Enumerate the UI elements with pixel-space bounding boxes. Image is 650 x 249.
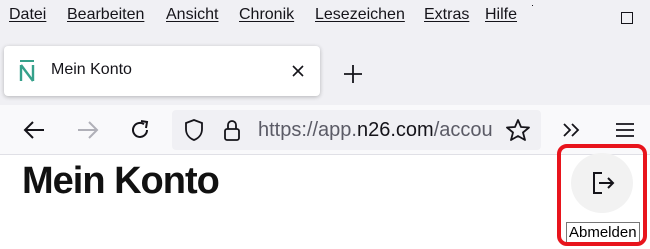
new-tab-icon[interactable] [339,60,367,88]
close-icon[interactable] [288,61,308,81]
page-content: Mein Konto [0,156,650,249]
forward-icon[interactable] [76,119,100,141]
url-prefix: https://app. [258,119,357,141]
logout-button[interactable] [571,153,633,213]
url-bar[interactable]: https://app.n26.com/accou [172,110,541,150]
menu-chronik[interactable]: Chronik [239,6,294,24]
menu-bar: Datei Bearbeiten Ansicht Chronik Lesezei… [0,0,650,34]
logout-tooltip: Abmelden [566,222,640,244]
maximize-button[interactable] [621,12,633,24]
url-text[interactable]: https://app.n26.com/accou [258,119,493,142]
menu-bearbeiten[interactable]: Bearbeiten [67,6,144,24]
reload-icon[interactable] [128,118,152,142]
logout-icon [593,172,615,194]
back-icon[interactable] [22,119,46,141]
n26-logo-icon [19,60,35,82]
menu-ansicht[interactable]: Ansicht [166,6,218,24]
tab-strip: Mein Konto [0,34,650,105]
page-title: Mein Konto [22,160,220,202]
minimize-button[interactable] [532,5,533,6]
url-path: /accou [433,119,493,141]
hamburger-menu-icon[interactable] [614,120,636,140]
menu-datei[interactable]: Datei [9,6,46,24]
bookmark-star-icon[interactable] [505,118,531,142]
menu-extras[interactable]: Extras [424,6,469,24]
tab-title: Mein Konto [51,61,132,78]
shield-icon[interactable] [184,118,204,142]
lock-icon[interactable] [222,118,242,142]
menu-lesezeichen[interactable]: Lesezeichen [315,6,405,24]
overflow-chevron-icon[interactable] [561,120,583,140]
url-host: n26.com [356,119,434,141]
tab-mein-konto[interactable]: Mein Konto [4,46,320,96]
menu-hilfe[interactable]: Hilfe [485,6,517,24]
navigation-bar: https://app.n26.com/accou [0,105,650,155]
